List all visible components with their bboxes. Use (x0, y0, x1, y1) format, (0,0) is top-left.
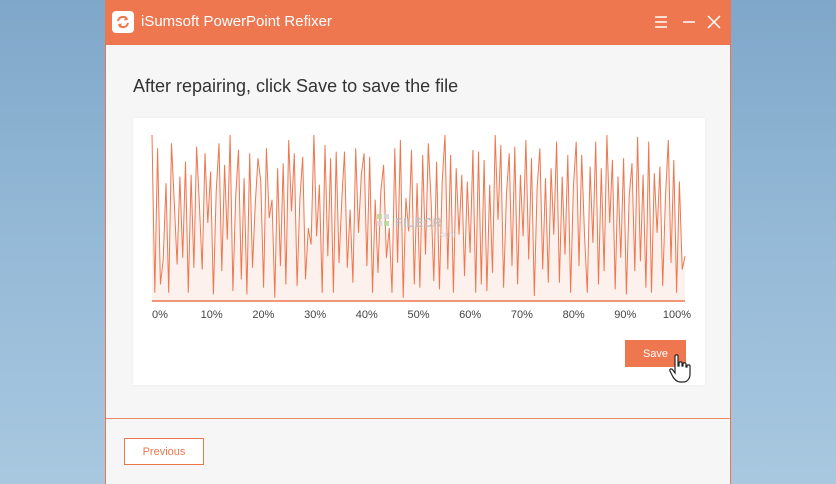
x-tick-label: 50% (407, 309, 429, 321)
watermark-brand: FILECR (395, 215, 443, 230)
x-tick-label: 60% (459, 309, 481, 321)
watermark-suffix: .com (438, 230, 456, 239)
hand-pointer-icon (669, 354, 691, 384)
x-tick-label: 70% (511, 309, 533, 321)
x-tick-label: 20% (252, 309, 274, 321)
chart-tick-labels: 0% 10% 20% 30% 40% 50% 60% 70% 80% 90% 100% (152, 309, 691, 321)
close-icon[interactable] (704, 12, 724, 32)
x-tick-label: 80% (563, 309, 585, 321)
repair-progress-chart: 0% 10% 20% 30% 40% 50% 60% 70% 80% 90% 100% FILECR… (133, 118, 705, 385)
window-title: iSumsoft PowerPoint Refixer (141, 13, 332, 30)
title-bar[interactable]: iSumsoft PowerPoint Refixer (106, 0, 730, 45)
x-tick-label: 90% (614, 309, 636, 321)
minimize-icon[interactable] (679, 12, 699, 32)
x-tick-label: 30% (304, 309, 326, 321)
x-tick-label: 100% (663, 309, 691, 321)
app-window: iSumsoft PowerPoint Refixer After repair… (105, 0, 731, 484)
chart-canvas: 0% 10% 20% 30% 40% 50% 60% 70% 80% 90% 100% FILECR… (151, 134, 691, 321)
footer-divider (106, 418, 730, 419)
x-tick-label: 0% (152, 309, 168, 321)
hamburger-menu-icon[interactable] (651, 12, 671, 32)
previous-button[interactable]: Previous (124, 438, 204, 465)
refresh-arrows-icon (112, 11, 134, 33)
page-heading: After repairing, click Save to save the … (133, 76, 459, 96)
x-tick-label: 10% (201, 309, 223, 321)
x-tick-label: 40% (356, 309, 378, 321)
